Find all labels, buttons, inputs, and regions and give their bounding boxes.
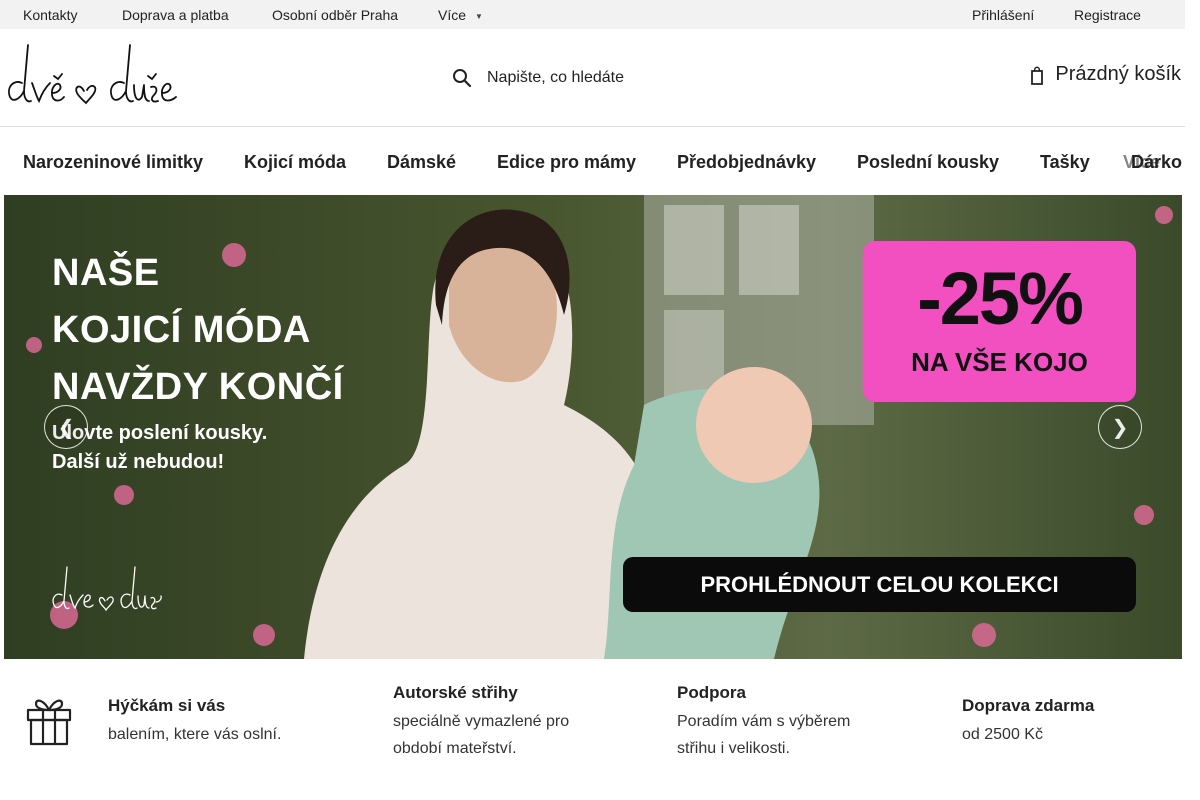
banner-logo [52, 566, 162, 612]
nav-item-predobjednavky[interactable]: Předobjednávky [677, 152, 816, 173]
search-icon[interactable] [452, 68, 472, 88]
chevron-left-icon: ❮ [57, 416, 75, 439]
benefit-text-line: balením, ktere vás oslní. [108, 726, 282, 743]
benefit-title: Autorské střihy [393, 683, 518, 702]
top-bar: Kontakty Doprava a platba Osobní odběr P… [0, 0, 1185, 29]
benefit-text: od 2500 Kč [962, 721, 1043, 748]
banner-headline-line: NAVŽDY KONČÍ [52, 366, 344, 408]
header: Napište, co hledáte Prázdný košík [0, 29, 1185, 127]
view-collection-button[interactable]: PROHLÉDNOUT CELOU KOLEKCI [623, 557, 1136, 612]
nav-item-edice-pro-mamy[interactable]: Edice pro mámy [497, 152, 636, 173]
cart-label: Prázdný košík [1055, 63, 1181, 85]
benefit-text-line: speciálně vymazlené pro [393, 713, 570, 730]
link-kontakty[interactable]: Kontakty [23, 7, 77, 23]
benefit-text-line: střihu i velikosti. [677, 740, 790, 757]
carousel-next-button[interactable]: ❯ [1098, 405, 1142, 449]
benefit-text-line: období mateřství. [393, 740, 517, 757]
gift-icon [26, 699, 72, 746]
banner-headline-line: KOJICÍ MÓDA [52, 309, 311, 351]
banner-subheadline-line: Další už nebudou! [52, 451, 225, 473]
discount-badge: -25% NA VŠE KOJO [863, 241, 1136, 402]
discount-value: -25% [917, 257, 1084, 340]
logo[interactable] [4, 43, 180, 107]
benefit-text-line: od 2500 Kč [962, 726, 1043, 743]
banner-headline-line: NAŠE [52, 252, 160, 294]
link-vice[interactable]: Více ▼ [438, 7, 483, 23]
benefit-title: Podpora [677, 683, 746, 702]
hero-banner[interactable]: NAŠE KOJICÍ MÓDA NAVŽDY KONČÍ Ulovte pos… [4, 195, 1182, 659]
cart-icon [1031, 65, 1044, 85]
register-link[interactable]: Registrace [1074, 7, 1141, 23]
link-doprava-a-platba[interactable]: Doprava a platba [122, 7, 229, 23]
nav-item-kojici-moda[interactable]: Kojicí móda [244, 152, 346, 173]
link-vice-label: Více [438, 7, 467, 23]
benefit-title: Hýčkám si vás [108, 696, 226, 715]
chevron-down-icon: ▼ [475, 11, 483, 21]
nav-item-posledni-kousky[interactable]: Poslední kousky [857, 152, 999, 173]
nav-item-narozeninove-limitky[interactable]: Narozeninové limitky [23, 152, 203, 173]
benefit-title: Doprava zdarma [962, 696, 1095, 715]
benefit-text: Poradím vám s výběrem střihu i velikosti… [677, 708, 850, 762]
main-navigation: Narozeninové limitky Kojicí móda Dámské … [0, 127, 1185, 195]
discount-label: NA VŠE KOJO [911, 347, 1088, 377]
benefit-text: speciálně vymazlené pro období mateřství… [393, 708, 569, 762]
cart-button[interactable]: Prázdný košík [1030, 63, 1181, 86]
nav-item-tasky[interactable]: Tašky [1040, 152, 1090, 173]
carousel-prev-button[interactable]: ❮ [44, 405, 88, 449]
login-link[interactable]: Přihlášení [972, 7, 1034, 23]
link-osobni-odber[interactable]: Osobní odběr Praha [272, 7, 398, 23]
benefit-text: balením, ktere vás oslní. [108, 721, 281, 748]
search-input[interactable]: Napište, co hledáte [487, 69, 624, 87]
benefit-text-line: Poradím vám s výběrem [677, 713, 851, 730]
banner-headline: NAŠE KOJICÍ MÓDA NAVŽDY KONČÍ [52, 245, 344, 416]
search-box[interactable]: Napište, co hledáte [452, 65, 624, 91]
nav-item-damske[interactable]: Dámské [387, 152, 456, 173]
nav-item-vice[interactable]: Více [1123, 152, 1160, 173]
chevron-right-icon: ❯ [1111, 416, 1129, 439]
